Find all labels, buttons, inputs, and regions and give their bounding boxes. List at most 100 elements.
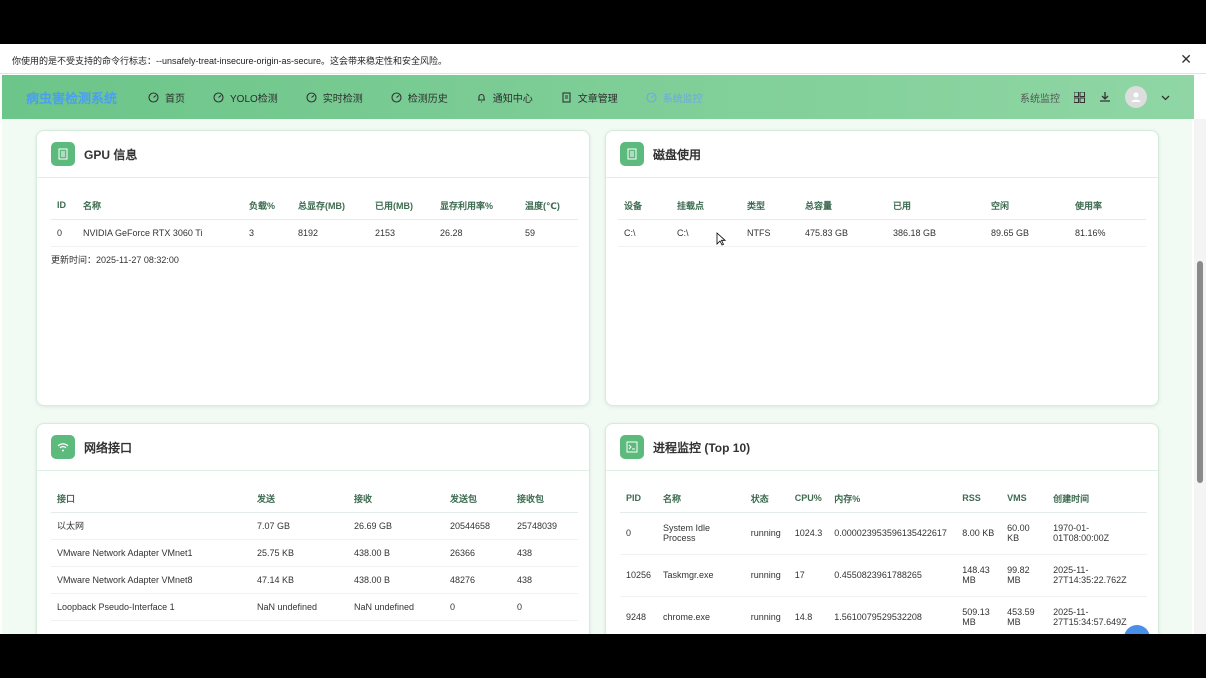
browser-frame: 你使用的是不受支持的命令行标志：--unsafely-treat-insecur… [0, 44, 1206, 634]
column-header: 接收 [348, 485, 444, 513]
table-cell: 0.4550823961788265 [828, 554, 957, 597]
column-header: 已用(MB) [369, 192, 434, 220]
table-cell: NaN undefined [251, 593, 348, 621]
close-icon[interactable]: ✕ [1180, 51, 1192, 68]
table-cell: 0 [51, 219, 77, 247]
app-logo[interactable]: 病虫害检测系统 [26, 88, 136, 107]
grid-icon[interactable] [1074, 91, 1085, 103]
column-header: PID [620, 485, 658, 513]
column-header: 类型 [741, 192, 799, 220]
table-cell: 148.43 MB [956, 554, 1002, 597]
table-cell: running [744, 512, 789, 555]
column-header: VMS [1001, 485, 1048, 513]
gpu-table: ID 名称 负载% 总显存(MB) 已用(MB) 显存利用率% 温度(℃) 0 NVIDIA G… [51, 192, 578, 247]
table-cell: 438.00 B [348, 539, 444, 567]
monitor-icon [646, 91, 663, 103]
table-row: Loopback Pseudo-Interface 1 NaN undefined… [51, 593, 578, 621]
nav-item-6[interactable]: 系统监控 [646, 90, 703, 105]
column-header: 接口 [51, 485, 251, 513]
table-row: C:\ C:\ NTFS 475.83 GB 386.18 GB 89.65 GB 81.1… [618, 219, 1146, 247]
unsupported-flag-infobar: 你使用的是不受支持的命令行标志：--unsafely-treat-insecur… [0, 44, 1206, 74]
column-header: CPU% [788, 485, 829, 513]
table-cell: Loopback Pseudo-Interface 1 [51, 593, 251, 621]
table-row: 9248 chrome.exe running 14.8 1.5610079529532… [620, 596, 1147, 634]
nav-item-4[interactable]: 通知中心 [476, 90, 533, 105]
terminal-icon [620, 435, 644, 459]
nav-item-2[interactable]: 实时检测 [306, 90, 363, 105]
table-cell: 438 [511, 539, 578, 567]
table-row: VMware Network Adapter VMnet1 25.75 KB 438… [51, 539, 578, 567]
table-cell: 99.82 MB [1001, 554, 1048, 597]
disk-card: 磁盘使用 设备 挂载点 类型 总容量 已用 空闲 使用率 C:\ C:\ NTFS 475.83 G… [605, 130, 1159, 406]
table-cell: C:\ [618, 219, 671, 247]
system-monitor-link[interactable]: 系统监控 [1020, 90, 1060, 105]
dashboard-icon [306, 91, 323, 103]
table-cell: System Idle Process [657, 512, 745, 555]
column-header: 内存% [828, 485, 957, 513]
table-cell: 9248 [620, 596, 658, 634]
disk-title: 磁盘使用 [653, 147, 702, 162]
document-icon [51, 142, 75, 166]
nav-item-label: YOLO检测 [230, 93, 278, 105]
download-icon[interactable] [1099, 91, 1111, 103]
column-header: ID [51, 192, 77, 220]
table-cell: 7.07 GB [251, 512, 348, 540]
nav-item-0[interactable]: 首页 [148, 90, 185, 105]
top-nav: 病虫害检测系统 首页 YOLO检测 实时检测 检测历史 通知中心 文章管理 系统监控 系统监… [2, 75, 1194, 119]
chevron-down-icon[interactable] [1161, 93, 1170, 102]
infobar-message: 你使用的是不受支持的命令行标志：--unsafely-treat-insecur… [12, 56, 448, 66]
scrollbar-thumb[interactable] [1197, 261, 1203, 483]
scrollbar[interactable] [1194, 119, 1206, 634]
table-cell: 438.00 B [348, 566, 444, 594]
network-table: 接口 发送 接收 发送包 接收包 以太网 7.07 GB 26.69 GB 20544658 25… [51, 485, 578, 621]
nav-item-1[interactable]: YOLO检测 [213, 90, 278, 105]
column-header: 总显存(MB) [292, 192, 369, 220]
dashboard-icon [213, 91, 230, 103]
document-icon [561, 91, 578, 103]
nav-item-3[interactable]: 检测历史 [391, 90, 448, 105]
network-title: 网络接口 [84, 440, 133, 455]
table-cell: 386.18 GB [887, 219, 985, 247]
table-cell: NTFS [741, 219, 799, 247]
table-row: VMware Network Adapter VMnet8 47.14 KB 438… [51, 566, 578, 594]
table-cell: chrome.exe [657, 596, 745, 634]
column-header: RSS [956, 485, 1002, 513]
nav-item-label: 检测历史 [407, 93, 448, 105]
table-cell: 2025-11-27T14:35:22.762Z [1047, 554, 1147, 597]
column-header: 温度(℃) [519, 192, 578, 220]
table-cell: running [744, 554, 789, 597]
table-cell: 25748039 [511, 512, 578, 540]
table-row: 以太网 7.07 GB 26.69 GB 20544658 25748039 [51, 512, 578, 540]
process-card: 进程监控 (Top 10) PID 名称 状态 CPU% 内存% RSS VMS 创建时间 0 S… [605, 423, 1159, 634]
network-card: 网络接口 接口 发送 接收 发送包 接收包 以太网 7.07 GB 26.69 GB 20544… [36, 423, 590, 634]
update-time: 更新时间：2025-11-27 08:32:00 [51, 254, 179, 265]
gpu-title: GPU 信息 [84, 147, 138, 162]
table-cell: 2153 [369, 219, 434, 247]
table-cell: running [744, 596, 789, 634]
table-cell: 48276 [444, 566, 511, 594]
gpu-card: GPU 信息 ID 名称 负载% 总显存(MB) 已用(MB) 显存利用率% 温度(℃) 0 N… [36, 130, 590, 406]
column-header: 负载% [243, 192, 292, 220]
column-header: 挂载点 [671, 192, 741, 220]
process-table: PID 名称 状态 CPU% 内存% RSS VMS 创建时间 0 System Idle Pro… [620, 485, 1147, 634]
column-header: 已用 [887, 192, 985, 220]
column-header: 发送包 [444, 485, 511, 513]
dashboard-icon [391, 91, 408, 103]
column-header: 发送 [251, 485, 348, 513]
table-cell: VMware Network Adapter VMnet1 [51, 539, 251, 567]
table-cell: 0 [444, 593, 511, 621]
table-row: 0 System Idle Process running 1024.3 0.00002… [620, 512, 1147, 555]
table-cell: 47.14 KB [251, 566, 348, 594]
nav-item-5[interactable]: 文章管理 [561, 90, 618, 105]
table-cell: 8.00 KB [956, 512, 1002, 555]
avatar[interactable] [1125, 86, 1147, 108]
bell-icon [476, 92, 493, 103]
table-cell: 1024.3 [788, 512, 829, 555]
table-row: 10256 Taskmgr.exe running 17 0.4550823961788… [620, 554, 1147, 597]
table-cell: 0 [620, 512, 658, 555]
mouse-cursor-icon [716, 232, 726, 246]
table-cell: Taskmgr.exe [657, 554, 745, 597]
column-header: 接收包 [511, 485, 578, 513]
column-header: 创建时间 [1047, 485, 1147, 513]
table-cell: 438 [511, 566, 578, 594]
